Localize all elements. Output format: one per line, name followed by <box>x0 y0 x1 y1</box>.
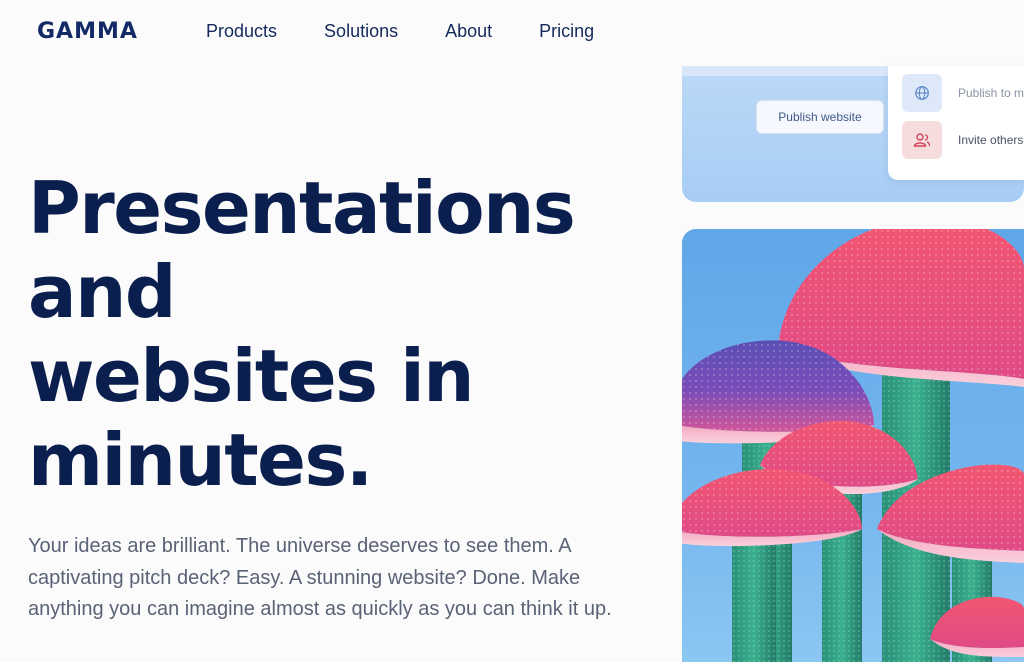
headline-line-3: websites in <box>28 334 475 418</box>
headline-line-4: minutes. <box>28 418 373 502</box>
nav-pricing[interactable]: Pricing <box>539 21 594 42</box>
gamma-logo[interactable]: GAMMA <box>37 19 138 44</box>
hero-headline: Presentations and websites in minutes. <box>28 166 668 502</box>
share-menu-panel: Publish to m Invite others <box>888 66 1024 180</box>
menu-item-publish[interactable]: Publish to m <box>902 74 1024 112</box>
main-nav: Products Solutions About Pricing <box>206 21 594 42</box>
nav-products[interactable]: Products <box>206 21 277 42</box>
globe-icon <box>902 74 942 112</box>
mushrooms-illustration <box>682 229 1024 662</box>
headline-line-1: Presentations <box>28 166 576 250</box>
nav-solutions[interactable]: Solutions <box>324 21 398 42</box>
mushrooms-art <box>682 229 1024 662</box>
users-icon <box>902 121 942 159</box>
headline-line-2: and <box>28 250 176 334</box>
publish-website-button[interactable]: Publish website <box>756 100 884 134</box>
menu-item-invite[interactable]: Invite others <box>902 121 1024 159</box>
hero-subtext: Your ideas are brilliant. The universe d… <box>28 535 612 620</box>
nav-about[interactable]: About <box>445 21 492 42</box>
menu-item-publish-label: Publish to m <box>958 86 1024 100</box>
menu-item-invite-label: Invite others <box>958 133 1024 147</box>
